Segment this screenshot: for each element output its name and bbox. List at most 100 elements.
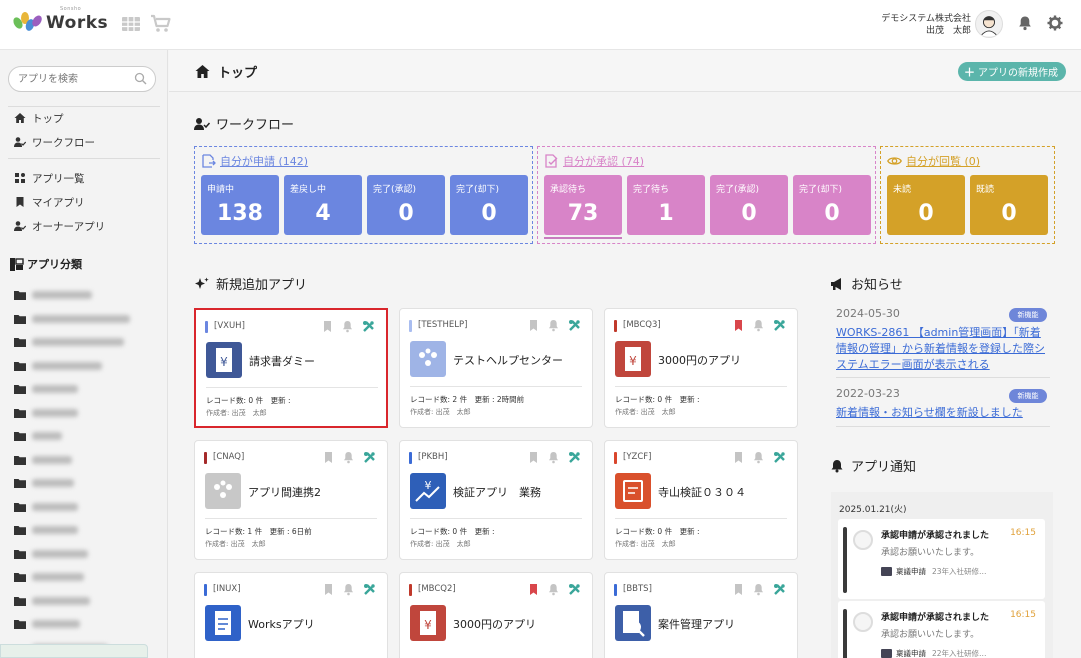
- workflow-tile[interactable]: 申請中 138: [201, 175, 279, 235]
- tools-icon[interactable]: [773, 583, 786, 596]
- workflow-group-label: 自分が申請 (142): [220, 155, 309, 168]
- svg-text:¥: ¥: [424, 618, 432, 632]
- blurred-folder-label: [32, 596, 90, 605]
- new-app-button[interactable]: ＋ アプリの新規作成: [958, 62, 1066, 81]
- workflow-tile[interactable]: 完了(承認) 0: [367, 175, 445, 235]
- workflow-tile[interactable]: 完了(却下) 0: [793, 175, 871, 235]
- app-card[interactable]: [BBTS] 案件管理アプリ: [604, 572, 798, 658]
- bookmark-icon[interactable]: [732, 583, 745, 596]
- news-link[interactable]: 新着情報・お知らせ欄を新設しました: [836, 405, 1050, 421]
- workflow-tile[interactable]: 既読 0: [970, 175, 1048, 235]
- sidebar-folder-item[interactable]: [14, 617, 80, 631]
- sidebar-folder-item[interactable]: [14, 523, 78, 537]
- app-card[interactable]: [YZCF] 寺山検証０３０４ レコード数: 0 件 更新 : 作成者: 出茂 太郎: [604, 440, 798, 560]
- app-card[interactable]: [VXUH] ¥ 請求書ダミー レコード数: 0 件 更新 : 作成者: 出茂 太郎: [194, 308, 388, 428]
- bookmark-icon[interactable]: [527, 319, 540, 332]
- workflow-group-link[interactable]: 自分が回覧 (0): [887, 153, 980, 169]
- sidebar-item-app-list[interactable]: アプリ一覧: [14, 169, 85, 187]
- sidebar-folder-item[interactable]: [14, 500, 78, 514]
- workflow-tile[interactable]: 承認待ち 73: [544, 175, 622, 235]
- search-icon[interactable]: [134, 72, 147, 85]
- app-category-heading: アプリ分類: [10, 256, 82, 272]
- bookmark-icon[interactable]: [732, 451, 745, 464]
- tools-icon[interactable]: [568, 451, 581, 464]
- blurred-folder-label: [32, 385, 78, 393]
- tools-icon[interactable]: [363, 451, 376, 464]
- notification-card[interactable]: 承認申請が承認されました 16:15 承認お願いいたします。 稟議申請 23年入社研修…: [838, 519, 1045, 599]
- avatar[interactable]: [975, 10, 1003, 38]
- search-input[interactable]: [18, 67, 136, 91]
- bell-icon[interactable]: [752, 451, 765, 464]
- search-box[interactable]: [8, 66, 156, 92]
- notification-card[interactable]: 承認申請が承認されました 16:15 承認お願いいたします。 稟議申請 22年入社研修…: [838, 601, 1045, 658]
- sidebar-folder-item[interactable]: [14, 288, 92, 302]
- bookmark-icon[interactable]: [527, 583, 540, 596]
- bookmark-icon[interactable]: [322, 451, 335, 464]
- sidebar-folder-item[interactable]: [14, 476, 74, 490]
- app-card[interactable]: [TESTHELP] テストヘルプセンター レコード数: 2 件 更新 : 2時間前…: [399, 308, 593, 428]
- bell-icon[interactable]: [342, 583, 355, 596]
- bookmark-icon[interactable]: [732, 319, 745, 332]
- sidebar-folder-item[interactable]: [14, 382, 78, 396]
- sidebar-folder-item[interactable]: [14, 429, 62, 443]
- sidebar-folder-item[interactable]: [14, 453, 72, 467]
- bell-icon[interactable]: [752, 319, 765, 332]
- sidebar-item-top[interactable]: トップ: [14, 109, 64, 127]
- bookmark-icon[interactable]: [321, 320, 334, 333]
- tools-icon[interactable]: [568, 319, 581, 332]
- bell-icon[interactable]: [547, 319, 560, 332]
- bell-icon[interactable]: [547, 583, 560, 596]
- card-divider: [615, 386, 787, 387]
- app-card[interactable]: [MBCQ3] ¥3000円のアプリ レコード数: 0 件 更新 : 作成者: 出茂 …: [604, 308, 798, 428]
- tools-icon[interactable]: [363, 583, 376, 596]
- bell-icon[interactable]: [342, 451, 355, 464]
- user-info[interactable]: デモシステム株式会社 出茂 太郎: [881, 13, 971, 37]
- folder-icon: [14, 385, 26, 394]
- bell-icon[interactable]: [341, 320, 354, 333]
- sidebar-item-owner-apps[interactable]: オーナーアプリ: [14, 217, 105, 235]
- workflow-tile[interactable]: 完了(承認) 0: [710, 175, 788, 235]
- notification-subject: 23年入社研修…: [932, 567, 987, 576]
- workflow-tile[interactable]: 未読 0: [887, 175, 965, 235]
- workflow-tile[interactable]: 完了(却下) 0: [450, 175, 528, 235]
- app-card[interactable]: [INUX] Worksアプリ: [194, 572, 388, 658]
- bell-icon[interactable]: [752, 583, 765, 596]
- app-card[interactable]: [CNAQ] アプリ間連携2 レコード数: 1 件 更新 : 6日前 作成者: 出茂 …: [194, 440, 388, 560]
- folder-icon: [14, 526, 26, 535]
- app-card[interactable]: [MBCQ2] ¥3000円のアプリ: [399, 572, 593, 658]
- tools-icon[interactable]: [773, 451, 786, 464]
- notification-source: 稟議申請 22年入社研修…: [881, 648, 987, 658]
- cart-icon[interactable]: [150, 14, 172, 34]
- sidebar-folder-item[interactable]: [14, 570, 84, 584]
- sidebar-folder-item[interactable]: [14, 359, 102, 373]
- works-logo[interactable]: Sonsho Works: [11, 6, 108, 34]
- app-author: 作成者: 出茂 太郎: [206, 409, 267, 417]
- bookmark-icon[interactable]: [322, 583, 335, 596]
- notification-time: 16:15: [1010, 528, 1036, 538]
- folder-icon: [14, 314, 26, 324]
- sidebar-folder-item[interactable]: [14, 335, 124, 349]
- gear-icon[interactable]: [1047, 15, 1063, 31]
- bell-icon[interactable]: [547, 451, 560, 464]
- blurred-folder-label: [32, 526, 78, 534]
- sidebar-item-my-apps[interactable]: マイアプリ: [14, 193, 85, 211]
- workflow-group-link[interactable]: 自分が申請 (142): [201, 153, 308, 169]
- workflow-tile[interactable]: 差戻し中 4: [284, 175, 362, 235]
- table-icon[interactable]: [121, 14, 141, 34]
- workflow-group-link[interactable]: 自分が承認 (74): [544, 153, 644, 169]
- logo-subtitle: Sonsho: [60, 6, 82, 12]
- sidebar-folder-item[interactable]: [14, 312, 130, 326]
- app-card[interactable]: [PKBH] ¥ 検証アプリ 業務 レコード数: 0 件 更新 : 作成者: 出茂 太郎: [399, 440, 593, 560]
- user-check-icon: [194, 117, 210, 130]
- tools-icon[interactable]: [362, 320, 375, 333]
- workflow-tile[interactable]: 完了待ち 1: [627, 175, 705, 235]
- tools-icon[interactable]: [568, 583, 581, 596]
- news-link[interactable]: WORKS-2861 【admin管理画面】「新着情報の管理」から新着情報を登録…: [836, 325, 1050, 373]
- sidebar-folder-item[interactable]: [14, 547, 88, 561]
- sidebar-folder-item[interactable]: [14, 406, 78, 420]
- sidebar-folder-item[interactable]: [14, 594, 90, 608]
- bell-icon[interactable]: [1017, 15, 1033, 31]
- tools-icon[interactable]: [773, 319, 786, 332]
- bookmark-icon[interactable]: [527, 451, 540, 464]
- sidebar-item-workflow[interactable]: ワークフロー: [14, 133, 95, 151]
